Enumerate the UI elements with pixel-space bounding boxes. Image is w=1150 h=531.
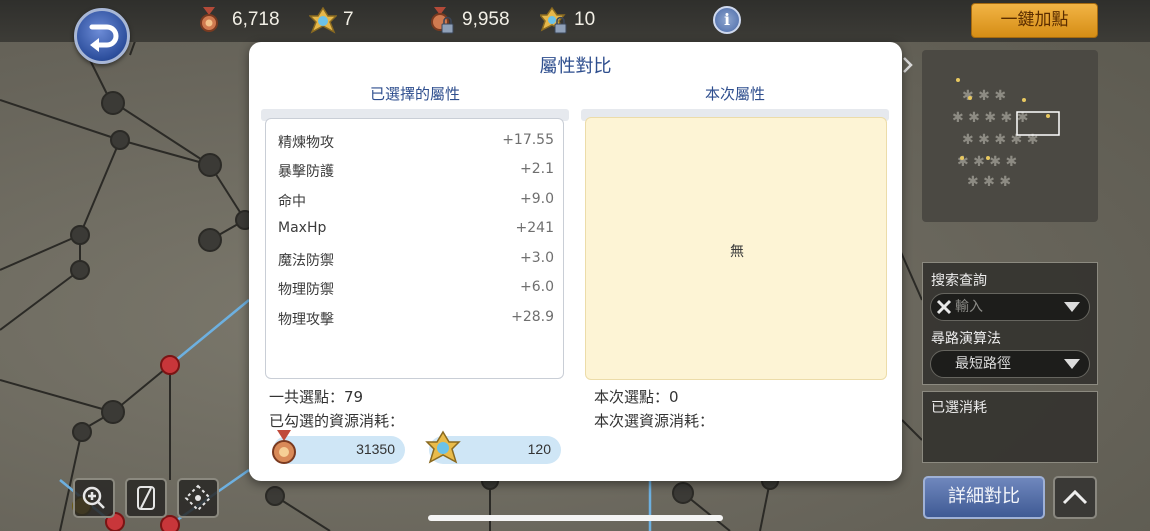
attribute-row: 物理攻擊 +28.9 [278, 309, 554, 329]
resource-locked-medal: 9,958 [428, 6, 510, 34]
search-label: 搜索查詢 [931, 273, 987, 289]
attribute-row: 物理防禦 +6.0 [278, 279, 554, 299]
attribute-name: 物理防禦 [278, 282, 334, 298]
resource-locked-crystal-count: 10 [574, 9, 596, 30]
attribute-row: MaxHp +241 [278, 220, 554, 240]
svg-text:✱ ✱ ✱: ✱ ✱ ✱ [962, 88, 1006, 104]
medal-icon [269, 430, 299, 470]
attribute-name: 命中 [278, 194, 306, 210]
attribute-compare-dialog: 屬性對比 已選擇的屬性 本次屬性 精煉物攻 +17.55 暴擊防護 +2.1 命… [249, 42, 902, 481]
resource-crystal: 7 [308, 6, 354, 34]
attribute-name: 魔法防禦 [278, 253, 334, 269]
resource-medal-count: 6,718 [232, 9, 280, 30]
attribute-value: +3.0 [520, 250, 554, 266]
attribute-value: +28.9 [511, 309, 554, 325]
algorithm-label: 尋路演算法 [931, 331, 1001, 347]
checked-cost-label: 已勾選的資源消耗： [269, 412, 405, 430]
algorithm-select[interactable]: 最短路徑 [930, 350, 1090, 378]
current-cost-label: 本次選資源消耗： [594, 412, 715, 430]
algorithm-value: 最短路徑 [955, 356, 1011, 372]
current-attributes-box: 無 [585, 117, 887, 380]
auto-allocate-button[interactable]: 一鍵加點 [971, 3, 1098, 38]
zoom-in-button[interactable] [73, 478, 115, 518]
home-indicator[interactable] [428, 515, 723, 521]
cost-crystal: 120 [425, 430, 561, 464]
expand-up-button[interactable] [1053, 476, 1097, 519]
clear-icon[interactable] [935, 298, 953, 316]
attribute-name: MaxHp [278, 220, 327, 236]
route-tool-button[interactable] [177, 478, 219, 518]
info-button[interactable]: i [713, 6, 741, 34]
attribute-row: 精煉物攻 +17.55 [278, 132, 554, 152]
selected-cost-label: 已選消耗 [931, 400, 987, 416]
attribute-name: 精煉物攻 [278, 135, 334, 151]
dropdown-arrow-icon[interactable] [1064, 302, 1080, 312]
cost-medal-value: 31350 [356, 441, 395, 457]
dropdown-arrow-icon[interactable] [1064, 359, 1080, 369]
chevron-right-icon[interactable] [902, 56, 916, 74]
attribute-name: 暴擊防護 [278, 164, 334, 180]
attribute-name: 物理攻擊 [278, 312, 334, 328]
current-attributes-header: 本次屬性 [704, 85, 765, 103]
attribute-row: 命中 +9.0 [278, 191, 554, 211]
locked-crystal-icon [538, 6, 567, 34]
medal-icon [198, 7, 224, 33]
search-input[interactable]: 輸入 [930, 293, 1090, 321]
attribute-row: 暴擊防護 +2.1 [278, 161, 554, 181]
minimap[interactable]: ✱ ✱ ✱ ✱ ✱ ✱ ✱ ✱ ✱ ✱ ✱ ✱ ✱ ✱ ✱ ✱ ✱ ✱ ✱ ✱ [922, 50, 1098, 222]
cost-medal: 31350 [272, 430, 405, 464]
locked-medal-icon [428, 7, 454, 34]
resource-locked-crystal: 10 [538, 6, 596, 34]
route-icon [184, 484, 212, 512]
dialog-title: 屬性對比 [539, 56, 612, 77]
search-placeholder: 輸入 [955, 299, 983, 315]
current-attributes-empty: 無 [730, 244, 744, 260]
attribute-row: 魔法防禦 +3.0 [278, 250, 554, 270]
attribute-value: +2.1 [520, 161, 554, 177]
selected-attributes-header: 已選擇的屬性 [369, 85, 460, 103]
back-arrow-icon [89, 24, 119, 52]
attribute-value: +9.0 [520, 191, 554, 207]
attribute-value: +6.0 [520, 279, 554, 295]
selected-attributes-list[interactable]: 精煉物攻 +17.55 暴擊防護 +2.1 命中 +9.0 MaxHp +241… [265, 118, 564, 379]
search-panel: 搜索查詢 輸入 尋路演算法 最短路徑 [922, 262, 1098, 385]
resource-crystal-count: 7 [343, 9, 354, 30]
resource-locked-medal-count: 9,958 [462, 9, 510, 30]
gear-crystal-icon [425, 430, 461, 470]
back-button[interactable] [74, 8, 130, 64]
svg-text:✱ ✱ ✱: ✱ ✱ ✱ [967, 174, 1011, 190]
path-tool-button[interactable] [125, 478, 167, 518]
cost-crystal-value: 120 [527, 441, 551, 457]
attribute-value: +17.55 [502, 132, 554, 148]
selected-cost-panel: 已選消耗 [922, 391, 1098, 463]
resource-medal: 6,718 [198, 6, 280, 34]
current-points-label: 本次選點：0 [594, 388, 679, 406]
minimap-graph: ✱ ✱ ✱ ✱ ✱ ✱ ✱ ✱ ✱ ✱ ✱ ✱ ✱ ✱ ✱ ✱ ✱ ✱ ✱ ✱ [952, 78, 1060, 190]
slash-icon [137, 486, 155, 510]
chevron-up-icon [1062, 489, 1088, 505]
zoom-in-icon [82, 486, 105, 509]
gear-crystal-icon [308, 6, 338, 34]
attribute-value: +241 [515, 220, 554, 236]
detail-compare-button[interactable]: 詳細對比 [923, 476, 1045, 519]
total-points-label: 一共選點：79 [269, 388, 364, 406]
